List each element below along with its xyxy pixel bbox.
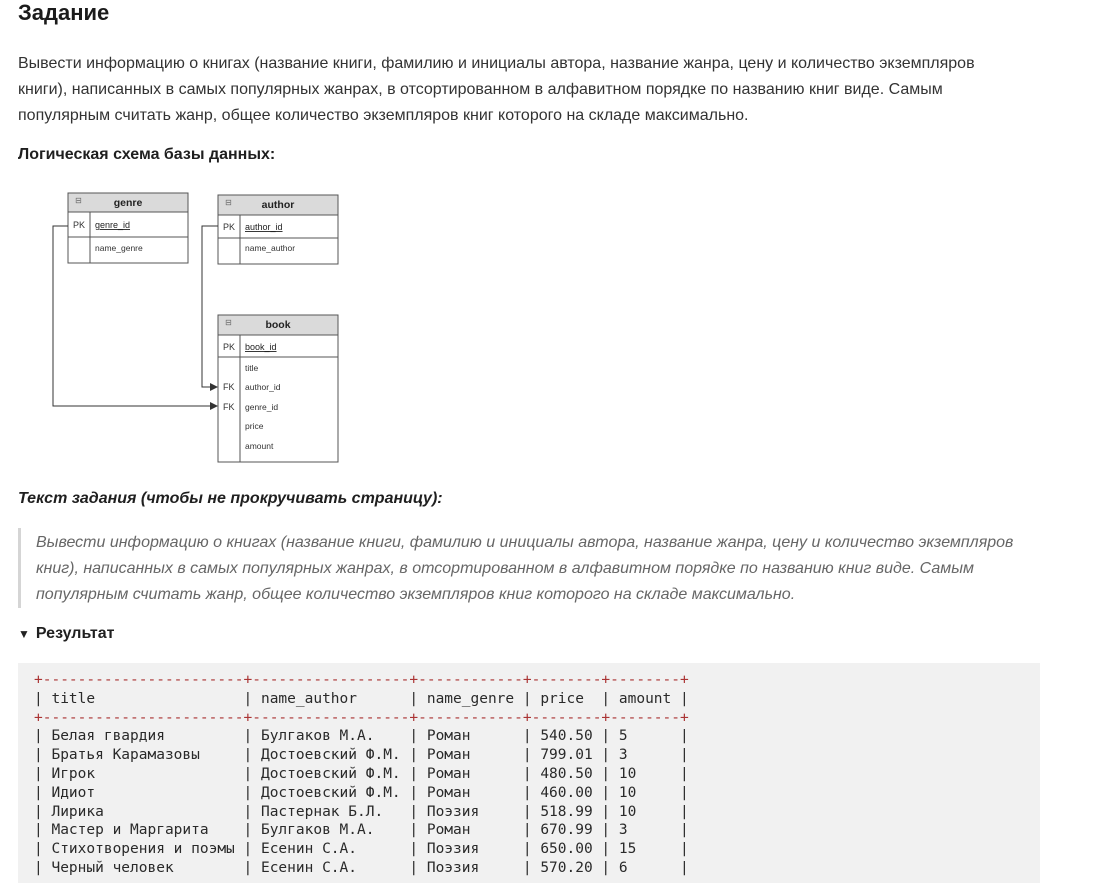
result-table-block: +-----------------------+---------------… bbox=[18, 663, 1040, 883]
pk-tag: PK bbox=[223, 222, 235, 232]
table-row: | Мастер и Маргарита | Булгаков М.А. | Р… bbox=[34, 822, 689, 839]
table-header-row: | title | name_author | name_genre | pri… bbox=[34, 690, 689, 707]
database-schema-diagram: ⊟ genre PK genre_id name_genre ⊟ author … bbox=[52, 192, 339, 463]
table-border: +-----------------------+---------------… bbox=[34, 672, 689, 688]
book-field-amount: amount bbox=[245, 441, 274, 451]
page-title: Задание bbox=[18, 0, 110, 25]
book-field-author-id: author_id bbox=[245, 382, 281, 392]
author-book-relation-line bbox=[201, 225, 218, 391]
book-table-name: book bbox=[265, 319, 290, 331]
pk-tag: PK bbox=[223, 342, 235, 352]
collapse-icon: ⊟ bbox=[225, 318, 232, 327]
author-table: ⊟ author PK author_id name_author bbox=[217, 194, 339, 265]
table-row: | Стихотворения и поэмы | Есенин С.А. | … bbox=[34, 841, 689, 858]
book-field-title: title bbox=[245, 363, 259, 373]
table-row: | Лирика | Пастернак Б.Л. | Поэзия | 518… bbox=[34, 803, 689, 820]
triangle-down-icon: ▼ bbox=[18, 627, 30, 641]
collapse-icon: ⊟ bbox=[225, 198, 232, 207]
genre-table: ⊟ genre PK genre_id name_genre bbox=[67, 192, 189, 264]
table-row: | Белая гвардия | Булгаков М.А. | Роман … bbox=[34, 728, 689, 745]
task-description: Вывести информацию о книгах (название кн… bbox=[18, 55, 975, 124]
author-pk-field: author_id bbox=[245, 222, 283, 232]
task-text-title: Текст задания (чтобы не прокручивать стр… bbox=[18, 490, 443, 507]
result-table-text: +-----------------------+---------------… bbox=[34, 671, 1040, 878]
fk-tag: FK bbox=[223, 402, 235, 412]
schema-title: Логическая схема базы данных: bbox=[18, 146, 276, 163]
fk-tag: FK bbox=[223, 382, 235, 392]
author-table-name: author bbox=[262, 199, 295, 211]
author-field: name_author bbox=[245, 243, 295, 253]
table-row: | Черный человек | Есенин С.А. | Поэзия … bbox=[34, 859, 689, 876]
genre-table-name: genre bbox=[114, 197, 143, 209]
task-text-quote: Вывести информацию о книгах (название кн… bbox=[18, 528, 1018, 608]
genre-pk-field: genre_id bbox=[95, 220, 130, 230]
book-table: ⊟ book PK book_id title FK author_id FK … bbox=[217, 314, 339, 463]
collapse-icon: ⊟ bbox=[75, 196, 82, 205]
result-toggle[interactable]: ▼ Результат bbox=[18, 625, 114, 643]
table-row: | Игрок | Достоевский Ф.М. | Роман | 480… bbox=[34, 765, 689, 782]
table-row: | Идиот | Достоевский Ф.М. | Роман | 460… bbox=[34, 784, 689, 801]
genre-field: name_genre bbox=[95, 243, 143, 253]
table-row: | Братья Карамазовы | Достоевский Ф.М. |… bbox=[34, 747, 689, 764]
pk-tag: PK bbox=[73, 220, 85, 230]
book-field-genre-id: genre_id bbox=[245, 402, 278, 412]
book-field-price: price bbox=[245, 421, 264, 431]
book-pk-field: book_id bbox=[245, 342, 277, 352]
result-label: Результат bbox=[35, 625, 115, 642]
table-border: +-----------------------+---------------… bbox=[34, 709, 689, 726]
